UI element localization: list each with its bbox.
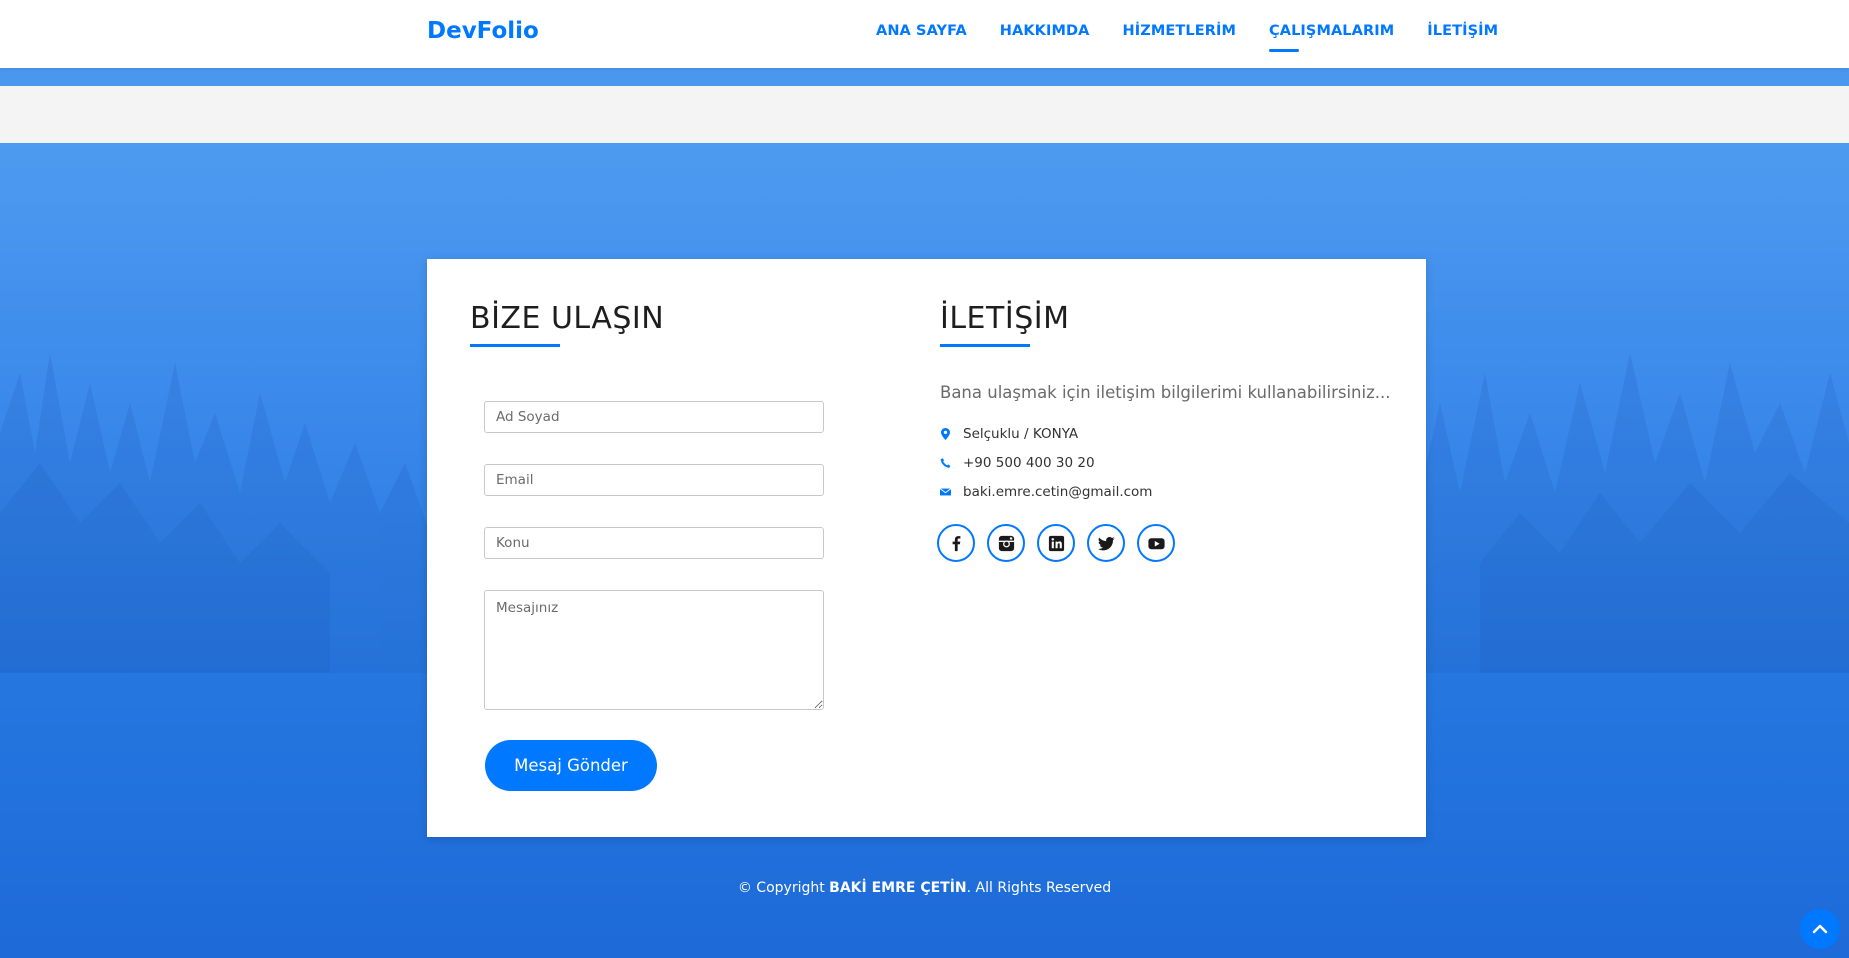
contact-card: BİZE ULAŞIN Mesaj Gönder İLETİŞİM Bana u… bbox=[427, 259, 1426, 837]
email-row: baki.emre.cetin@gmail.com bbox=[940, 484, 1152, 500]
linkedin-link[interactable] bbox=[1037, 524, 1075, 562]
email-text[interactable]: baki.emre.cetin@gmail.com bbox=[963, 484, 1152, 500]
map-marker-icon bbox=[941, 428, 950, 440]
copyright-footer: © Copyright BAKİ EMRE ÇETİN. All Rights … bbox=[0, 880, 1849, 896]
top-navbar: DevFolio ANA SAYFA HAKKIMDA HİZMETLERİM … bbox=[0, 0, 1849, 68]
subject-input[interactable] bbox=[484, 527, 824, 559]
nav-item-calismalarim[interactable]: ÇALIŞMALARIM bbox=[1269, 23, 1394, 52]
instagram-icon bbox=[998, 535, 1014, 551]
title-underline bbox=[940, 344, 1030, 347]
title-underline bbox=[470, 344, 560, 347]
copyright-suffix: . All Rights Reserved bbox=[966, 880, 1112, 896]
youtube-link[interactable] bbox=[1137, 524, 1175, 562]
back-to-top-button[interactable] bbox=[1800, 909, 1840, 949]
location-text: Selçuklu / KONYA bbox=[963, 426, 1079, 442]
contact-intro-text: Bana ulaşmak için iletişim bilgilerimi k… bbox=[940, 383, 1391, 402]
twitter-icon bbox=[1097, 536, 1115, 550]
phone-icon bbox=[940, 458, 951, 468]
name-input[interactable] bbox=[484, 401, 824, 433]
copyright-prefix: © Copyright bbox=[737, 880, 830, 896]
nav-menu: ANA SAYFA HAKKIMDA HİZMETLERİM ÇALIŞMALA… bbox=[876, 23, 1498, 52]
location-row: Selçuklu / KONYA bbox=[940, 426, 1078, 442]
youtube-icon bbox=[1147, 537, 1165, 549]
instagram-link[interactable] bbox=[987, 524, 1025, 562]
contact-section: BİZE ULAŞIN Mesaj Gönder İLETİŞİM Bana u… bbox=[0, 143, 1849, 958]
twitter-link[interactable] bbox=[1087, 524, 1125, 562]
linkedin-icon bbox=[1048, 535, 1064, 551]
chevron-up-icon bbox=[1812, 924, 1828, 934]
contact-form-title: BİZE ULAŞIN bbox=[470, 301, 665, 336]
message-textarea[interactable] bbox=[484, 590, 824, 710]
envelope-icon bbox=[940, 488, 951, 496]
send-message-button[interactable]: Mesaj Gönder bbox=[485, 740, 657, 791]
nav-item-hakkimda[interactable]: HAKKIMDA bbox=[1000, 23, 1090, 39]
nav-item-hizmetlerim[interactable]: HİZMETLERİM bbox=[1123, 23, 1237, 39]
nav-item-ana-sayfa[interactable]: ANA SAYFA bbox=[876, 23, 967, 39]
nav-item-iletisim[interactable]: İLETİŞİM bbox=[1427, 23, 1498, 39]
phone-text[interactable]: +90 500 400 30 20 bbox=[963, 455, 1095, 471]
section-strip bbox=[0, 68, 1849, 86]
phone-row: +90 500 400 30 20 bbox=[940, 455, 1095, 471]
contact-info-title: İLETİŞİM bbox=[940, 301, 1070, 336]
brand-logo[interactable]: DevFolio bbox=[427, 18, 539, 44]
copyright-owner: BAKİ EMRE ÇETİN bbox=[829, 880, 967, 896]
section-band bbox=[0, 86, 1849, 143]
social-links bbox=[937, 524, 1175, 562]
email-input[interactable] bbox=[484, 464, 824, 496]
facebook-icon bbox=[952, 535, 960, 551]
facebook-link[interactable] bbox=[937, 524, 975, 562]
